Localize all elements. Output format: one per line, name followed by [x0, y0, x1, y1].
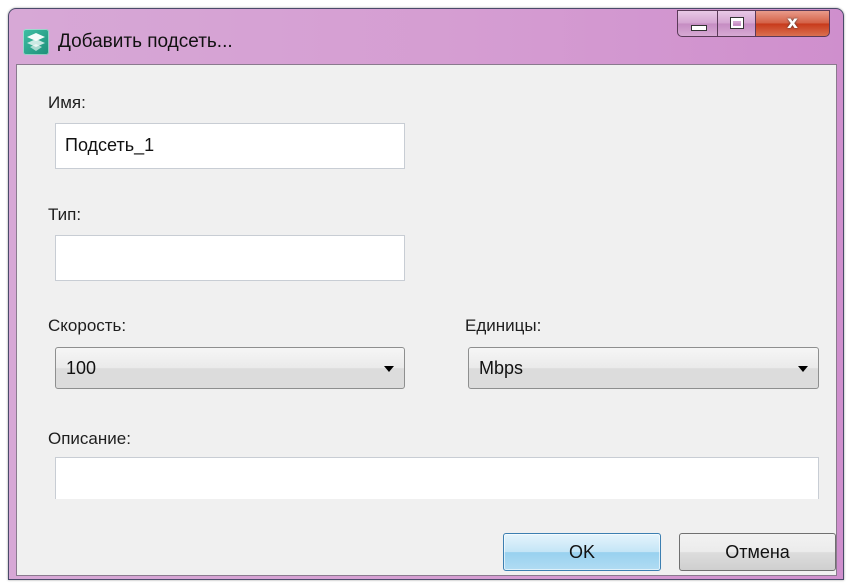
titlebar[interactable]: Добавить подсеть... x [9, 9, 843, 65]
type-input[interactable] [55, 235, 405, 281]
maximize-button[interactable] [717, 10, 755, 37]
ok-button[interactable]: OK [503, 533, 661, 571]
type-label: Тип: [48, 205, 82, 224]
close-button[interactable]: x [755, 10, 830, 37]
units-dropdown[interactable]: Mbps [468, 347, 819, 389]
description-label: Описание: [48, 429, 131, 448]
minimize-button[interactable] [677, 10, 717, 37]
speed-label: Скорость: [48, 316, 127, 335]
close-icon: x [787, 13, 798, 33]
speed-dropdown-value: 100 [66, 358, 97, 378]
maximize-icon [730, 17, 744, 29]
name-input[interactable]: Подсеть_1 [55, 123, 405, 169]
network-app-icon[interactable] [23, 29, 49, 55]
units-label: Единицы: [465, 316, 542, 335]
dialog-content: Имя: Подсеть_1 Тип: Скорость: 100 Единиц… [16, 64, 837, 576]
speed-dropdown[interactable]: 100 [55, 347, 405, 389]
description-textarea[interactable] [55, 457, 819, 499]
units-dropdown-value: Mbps [479, 358, 524, 378]
name-label: Имя: [48, 93, 86, 112]
dialog-window: Добавить подсеть... x Имя: Подсеть_1 Тип… [8, 8, 844, 580]
chevron-down-icon [384, 366, 394, 372]
minimize-icon [691, 25, 707, 31]
window-title: Добавить подсеть... [58, 31, 233, 52]
chevron-down-icon [798, 366, 808, 372]
caption-buttons: x [677, 10, 830, 38]
cancel-button[interactable]: Отмена [679, 533, 836, 571]
